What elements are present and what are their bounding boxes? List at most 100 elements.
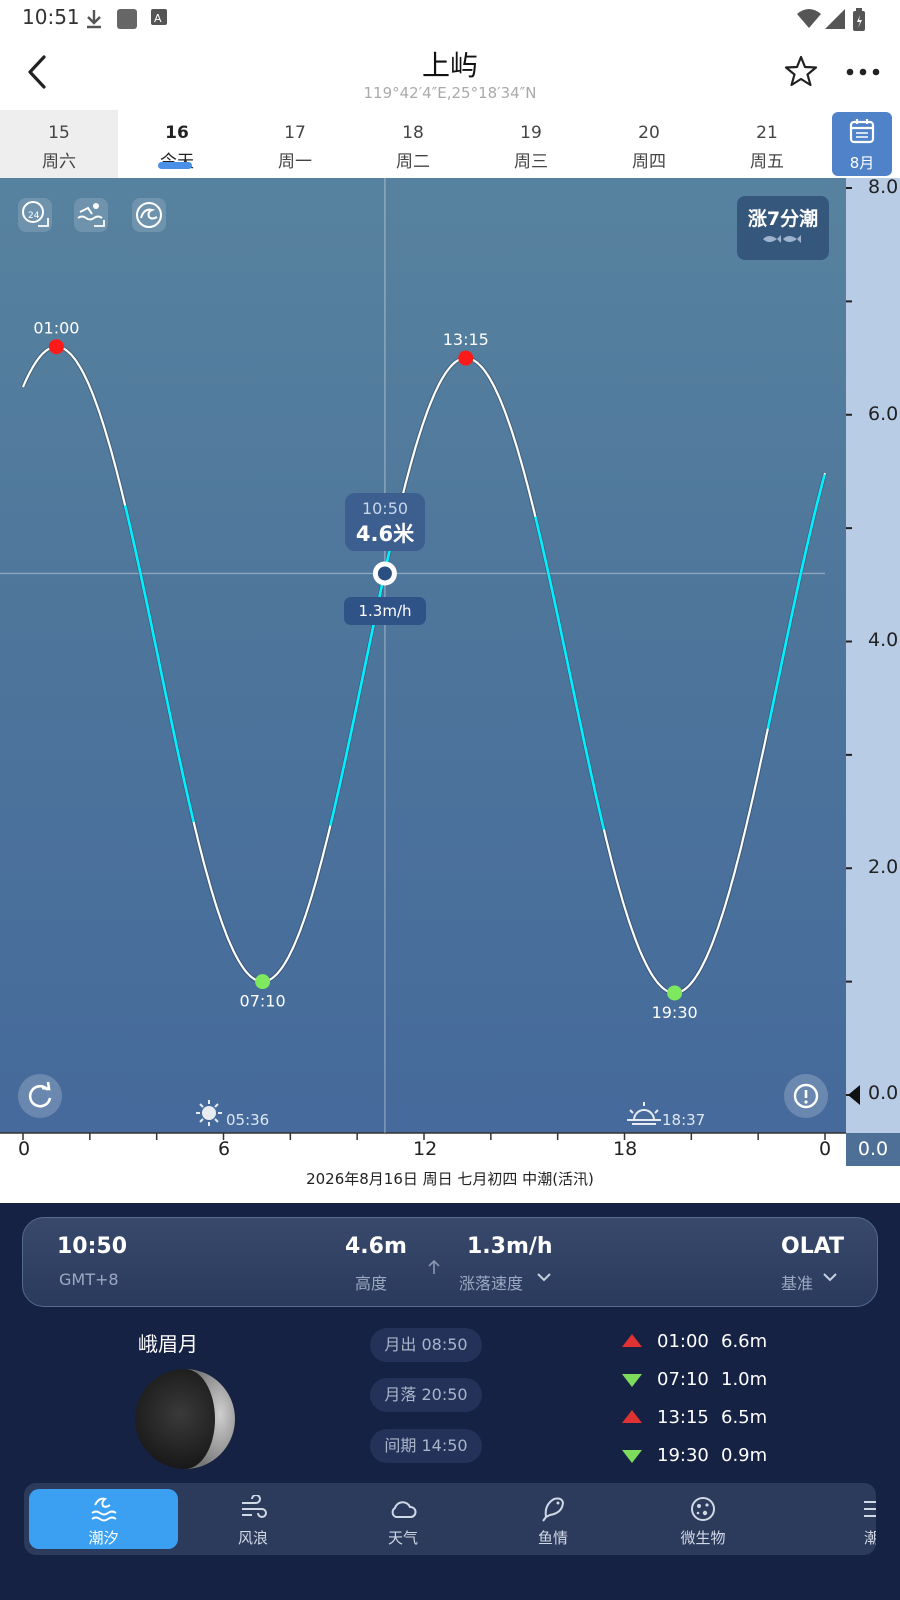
x-tick-label: 0 xyxy=(18,1138,31,1160)
microbe-icon xyxy=(691,1497,715,1521)
nav-label: 潮 xyxy=(864,1529,876,1547)
speed-label[interactable]: 涨落速度 xyxy=(459,1270,523,1294)
high-tide-icon xyxy=(622,1410,642,1423)
signal-icon xyxy=(825,9,845,29)
nav-label: 潮汐 xyxy=(88,1529,119,1547)
clock-24-icon: 24 xyxy=(22,201,49,227)
current-height: 4.6m xyxy=(345,1234,407,1259)
low-tide-icon xyxy=(622,1374,642,1387)
tide-event-height: 1.0m xyxy=(721,1369,768,1390)
swimmer-icon xyxy=(77,203,105,227)
24h-clock-button[interactable]: 24 xyxy=(18,198,52,232)
nav-tide[interactable]: 潮汐 xyxy=(29,1489,178,1549)
datum-value: OLAT xyxy=(781,1234,845,1259)
tab-day: 18 xyxy=(402,123,424,143)
nav-more[interactable]: 潮 xyxy=(778,1483,876,1555)
tide-extreme-label: 19:30 xyxy=(652,1003,698,1022)
y-tick-label: 4.0 xyxy=(868,629,899,651)
svg-text:A: A xyxy=(154,12,162,25)
tab-weekday: 周二 xyxy=(396,152,430,172)
tab-weekday: 周六 xyxy=(42,152,76,172)
menu-icon xyxy=(864,1501,876,1517)
tooltip-height: 4.6米 xyxy=(355,522,415,546)
timezone: GMT+8 xyxy=(59,1270,119,1289)
tide-event-time: 13:15 xyxy=(657,1407,709,1428)
moon-phase-image xyxy=(134,1368,236,1470)
sunset-icon xyxy=(627,1102,661,1125)
favorite-star-icon[interactable] xyxy=(784,54,818,88)
tab-weekday: 周四 xyxy=(632,152,666,172)
tab-day: 15 xyxy=(48,123,70,143)
nav-label: 天气 xyxy=(387,1529,418,1547)
tide-chart: 01:00 07:10 13:15 19:30 xyxy=(0,178,860,1140)
moon-interval-pill: 间期 14:50 xyxy=(370,1429,482,1463)
tab-weekday: 周一 xyxy=(278,152,312,172)
y-tick-label: 2.0 xyxy=(868,856,899,878)
tide-event-height: 6.6m xyxy=(721,1331,768,1352)
tide-extreme-label: 07:10 xyxy=(240,992,286,1011)
tide-extreme-label: 13:15 xyxy=(443,330,489,349)
nav-fish[interactable]: 鱼情 xyxy=(478,1483,628,1555)
wave-mode-button[interactable] xyxy=(132,198,166,232)
refresh-button[interactable] xyxy=(18,1074,62,1118)
chevron-down-icon[interactable] xyxy=(823,1272,837,1282)
calendar-button[interactable]: 8月 xyxy=(832,112,892,176)
moonrise-pill: 月出 08:50 xyxy=(370,1328,482,1362)
nav-weather[interactable]: 天气 xyxy=(328,1483,478,1555)
tooltip-time: 10:50 xyxy=(361,499,409,518)
tooltip-speed: 1.3m/h xyxy=(344,597,426,625)
swim-mode-button[interactable] xyxy=(74,198,108,232)
y-axis-pointer xyxy=(848,1085,860,1105)
date-tab-21[interactable]: 21 周五 xyxy=(708,110,826,178)
tide-curve-fast-segment xyxy=(123,505,195,823)
wave-icon xyxy=(136,202,162,228)
current-tide-card: 10:50 GMT+8 4.6m 高度 1.3m/h 涨落速度 OLAT 基准 xyxy=(22,1217,878,1307)
svg-text:24: 24 xyxy=(28,211,40,221)
tide-event-height: 0.9m xyxy=(721,1445,768,1466)
date-tab-20[interactable]: 20 周四 xyxy=(590,110,708,178)
date-tab-19[interactable]: 19 周三 xyxy=(472,110,590,178)
chevron-down-icon[interactable] xyxy=(537,1272,551,1282)
location-coordinates: 119°42′4″E,25°18′34″N xyxy=(363,84,537,102)
nav-label: 微生物 xyxy=(680,1529,726,1547)
tide-curve xyxy=(21,345,827,995)
font-notification-icon: A xyxy=(151,9,167,25)
date-tab-17[interactable]: 17 周一 xyxy=(236,110,354,178)
tab-weekday: 周三 xyxy=(514,152,548,172)
datum-label[interactable]: 基准 xyxy=(781,1270,813,1294)
calendar-month: 8月 xyxy=(849,154,875,172)
info-button[interactable] xyxy=(784,1074,828,1118)
y-tick-label: 8.0 xyxy=(868,176,899,198)
sunset-time: 18:37 xyxy=(662,1111,706,1129)
date-tab-15[interactable]: 15 周六 xyxy=(0,110,118,178)
cursor-tooltip: 10:50 4.6米 xyxy=(345,493,425,551)
tide-event-height: 6.5m xyxy=(721,1407,768,1428)
download-icon xyxy=(87,10,101,29)
high-tide-marker xyxy=(458,350,474,366)
tide-event-time: 07:10 xyxy=(657,1369,709,1390)
sunrise-time: 05:36 xyxy=(226,1111,270,1129)
header: 上屿 119°42′4″E,25°18′34″N xyxy=(0,36,900,110)
tide-extreme-label: 01:00 xyxy=(33,319,79,338)
tab-weekday: 周五 xyxy=(750,152,784,172)
nav-wind-wave[interactable]: 风浪 xyxy=(178,1483,328,1555)
x-tick-label: 0 xyxy=(819,1138,832,1160)
nav-microbe[interactable]: 微生物 xyxy=(628,1483,778,1555)
moon-icon xyxy=(135,1369,235,1469)
app-notification-icon xyxy=(117,9,137,29)
wifi-icon xyxy=(797,9,821,28)
height-label: 高度 xyxy=(355,1274,388,1293)
fish-icon xyxy=(542,1497,565,1522)
x-tick-label: 6 xyxy=(218,1138,231,1160)
wind-icon xyxy=(242,1494,267,1518)
moonset-pill: 月落 20:50 xyxy=(370,1378,482,1412)
more-options-icon[interactable] xyxy=(846,66,880,78)
y-tick-label: 6.0 xyxy=(868,403,899,425)
tide-curve-shadow xyxy=(21,344,827,996)
battery-icon xyxy=(853,8,865,31)
nav-label: 鱼情 xyxy=(537,1529,568,1547)
date-tab-18[interactable]: 18 周二 xyxy=(354,110,472,178)
tide-stage-badge: 涨7分潮 xyxy=(737,196,829,260)
date-tab-16[interactable]: 16 今天 xyxy=(118,110,236,178)
bottom-navigation: 潮汐 风浪 天气 鱼情 微生物 潮 xyxy=(24,1483,876,1555)
